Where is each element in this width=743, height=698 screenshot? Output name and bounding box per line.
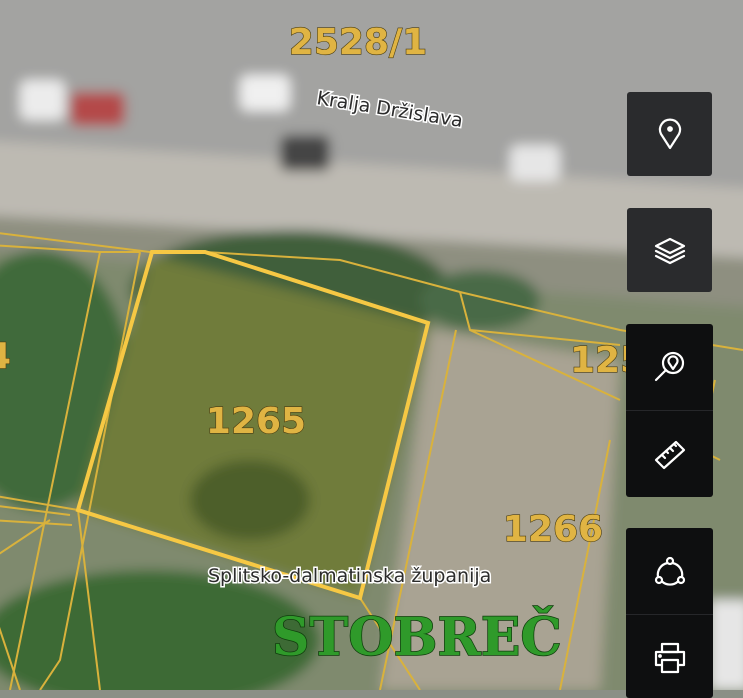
parcel-label-2528-1: 2528/1 — [289, 22, 427, 63]
parcel-label-1266: 1266 — [503, 509, 603, 550]
share-button[interactable] — [626, 528, 713, 614]
measure-button[interactable] — [626, 410, 713, 497]
search-location-button[interactable] — [626, 324, 713, 410]
ruler-icon — [654, 440, 685, 470]
print-button[interactable] — [626, 614, 713, 698]
map-pin-icon — [658, 118, 681, 150]
layers-button[interactable] — [627, 208, 712, 292]
parcel-label-partial: 4 — [0, 336, 11, 377]
layers-icon — [654, 237, 685, 265]
printer-icon — [654, 642, 685, 674]
county-label: Splitsko-dalmatinska županija — [208, 565, 491, 587]
parcel-label-1265: 1265 — [206, 401, 306, 442]
tools-group — [626, 324, 713, 497]
search-pin-icon — [654, 351, 684, 382]
share-nodes-icon — [654, 556, 685, 586]
place-label: STOBREČ — [272, 606, 562, 668]
location-button[interactable] — [627, 92, 712, 176]
share-print-group — [626, 528, 713, 698]
